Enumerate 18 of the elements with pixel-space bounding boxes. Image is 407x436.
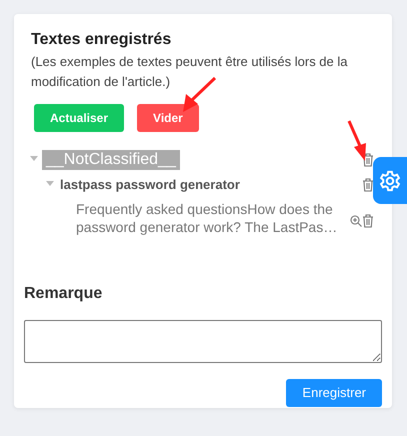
clear-button[interactable]: Vider [137, 104, 199, 132]
settings-icon [379, 170, 401, 192]
remark-field[interactable] [24, 320, 382, 363]
tree-item[interactable]: __NotClassified__ [42, 150, 180, 170]
zoom-in-icon[interactable] [350, 215, 362, 227]
save-button[interactable]: Enregistrer [286, 379, 382, 407]
tree-item[interactable]: lastpass password generator [58, 175, 362, 195]
annotation-arrow [183, 76, 216, 112]
panel-title: Textes enregistrés [31, 30, 172, 50]
trash-icon[interactable] [362, 153, 374, 167]
trash-icon[interactable] [362, 214, 374, 228]
annotation-arrow [348, 120, 366, 161]
settings-button[interactable] [373, 157, 407, 204]
trash-icon[interactable] [362, 178, 374, 192]
panel-description: (Les exemples de textes peuvent être utilisés lors de la modification de l'article.) [31, 53, 349, 91]
refresh-button[interactable]: Actualiser [34, 104, 124, 132]
text-snippet[interactable]: Frequently asked questionsHow does the password generator work? The LastPas… [74, 200, 350, 236]
remark-label: Remarque [24, 284, 104, 304]
